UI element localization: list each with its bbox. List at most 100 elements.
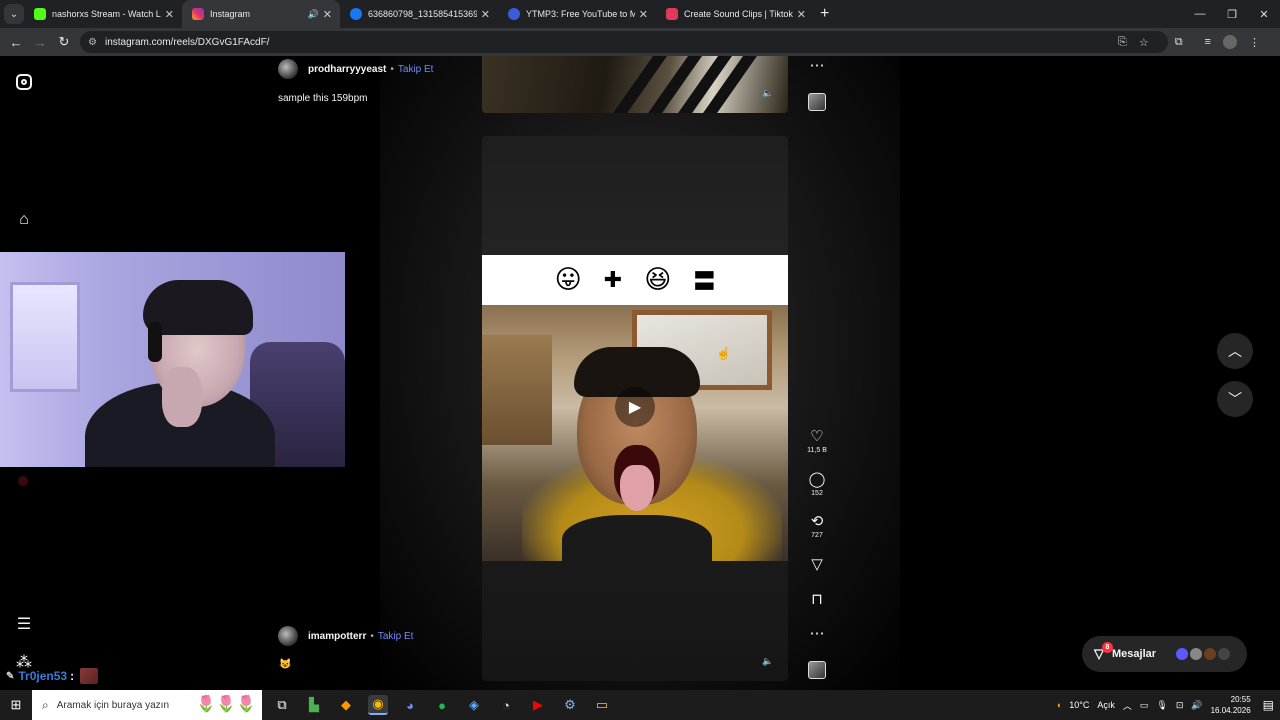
file-app-icon[interactable]: ▙ xyxy=(304,695,324,715)
chat-colon: : xyxy=(70,669,75,683)
chrome-icon[interactable]: ◉ xyxy=(368,695,388,715)
share-button[interactable]: ▽ xyxy=(806,557,828,573)
previous-reel-button[interactable]: ︿ xyxy=(1217,333,1253,369)
instagram-logo-icon[interactable] xyxy=(14,72,34,92)
weather-temp[interactable]: 10°C xyxy=(1069,700,1089,710)
send-icon: ▽ xyxy=(811,556,823,573)
streamer-webcam xyxy=(0,252,345,467)
discord-icon[interactable]: ◕ xyxy=(400,695,420,715)
volume-icon[interactable]: 🔈 xyxy=(762,656,773,667)
weather-icon: ◖ xyxy=(1055,700,1062,710)
youtube-music-icon[interactable]: ▶ xyxy=(528,695,548,715)
post-username[interactable]: imampotterr xyxy=(308,631,366,642)
audio-thumbnail[interactable] xyxy=(808,661,826,679)
taskbar-clock[interactable]: 20:55 16.04.2026 xyxy=(1211,694,1251,716)
repost-button[interactable]: ⟲ 727 xyxy=(806,514,828,540)
tab-search-button[interactable]: ⌄ xyxy=(4,4,24,24)
windows-start-icon[interactable]: ⊞ xyxy=(0,697,32,713)
reel-video-frame[interactable]: ▶ xyxy=(482,305,788,561)
reel-video[interactable]: 😛 ✚ 😆 〓 ▶ 🔈 xyxy=(482,136,788,681)
file-explorer-icon[interactable]: ▭ xyxy=(592,695,612,715)
tab-ytmp3[interactable]: YTMP3: Free YouTube to MP3 C ✕ xyxy=(498,0,656,28)
post-username[interactable]: prodharryyyeast xyxy=(308,64,386,75)
reload-icon[interactable]: ↻ xyxy=(52,34,76,50)
media-control-icon[interactable]: ≡ xyxy=(1205,36,1211,48)
minimize-icon[interactable]: — xyxy=(1184,0,1216,28)
back-icon[interactable]: ← xyxy=(4,35,28,50)
window-controls: — ❐ ✕ xyxy=(1184,0,1280,28)
kick-favicon-icon xyxy=(34,8,46,20)
comment-button[interactable]: ◯ 152 xyxy=(806,471,828,498)
comment-icon: ◯ xyxy=(808,471,826,488)
pencil-icon: ✎ xyxy=(6,670,15,682)
extensions-icon[interactable]: ⧉ xyxy=(1175,36,1183,49)
more-menu-icon[interactable]: ☰ xyxy=(14,614,34,634)
more-options-icon[interactable]: ⋯ xyxy=(806,58,828,74)
volume-icon[interactable]: 🔊 xyxy=(1191,700,1202,711)
avatar[interactable] xyxy=(278,626,298,646)
app-cube-icon[interactable]: ◈ xyxy=(464,695,484,715)
ytmp3-favicon-icon xyxy=(508,8,520,20)
weather-desc[interactable]: Açık xyxy=(1097,700,1115,710)
close-window-icon[interactable]: ✕ xyxy=(1248,0,1280,28)
network-icon[interactable]: ⊡ xyxy=(1176,700,1184,711)
new-tab-button[interactable]: + xyxy=(820,5,829,23)
microphone-icon[interactable]: 🎙 xyxy=(1156,700,1167,711)
windows-taskbar: ⊞ ⌕ Aramak için buraya yazın 🌷🌷🌷 ⧉ ▙ ◆ ◉… xyxy=(0,690,1280,720)
follow-button[interactable]: Takip Et xyxy=(398,64,434,75)
profile-avatar[interactable] xyxy=(1222,35,1237,49)
forward-icon[interactable]: → xyxy=(28,35,52,50)
post-caption: 😺 xyxy=(279,659,292,670)
tray-chevron-icon[interactable]: ︿ xyxy=(1123,699,1132,712)
tab-close-icon[interactable]: ✕ xyxy=(797,8,806,21)
search-placeholder: Aramak için buraya yazın xyxy=(56,699,170,711)
tab-close-icon[interactable]: ✕ xyxy=(165,8,174,21)
instagram-favicon-icon xyxy=(192,8,204,20)
volume-icon[interactable]: 🔈 xyxy=(762,88,773,99)
like-count: 11,5 B xyxy=(807,447,827,454)
audio-thumbnail[interactable] xyxy=(808,93,826,111)
install-app-icon[interactable]: ⎘ xyxy=(1118,36,1127,49)
like-button[interactable]: ♡ 11,5 B xyxy=(806,428,828,455)
next-reel-button[interactable]: ﹀ xyxy=(1217,381,1253,417)
laughing-emoji: 😆 xyxy=(644,265,672,295)
taskbar-apps: ⧉ ▙ ◆ ◉ ◕ ● ◈ ◔ ▶ ⚙ ▭ xyxy=(272,695,612,715)
separator-dot: • xyxy=(370,630,374,642)
steam-icon[interactable]: ⚙ xyxy=(560,695,580,715)
follow-button[interactable]: Takip Et xyxy=(378,631,414,642)
battery-icon[interactable]: ▭ xyxy=(1140,700,1149,711)
home-icon[interactable]: ⌂ xyxy=(14,210,34,230)
notifications-icon[interactable]: ▤ xyxy=(1263,698,1274,712)
taskbar-search[interactable]: ⌕ Aramak için buraya yazın 🌷🌷🌷 xyxy=(32,690,262,720)
messages-label: Mesajlar xyxy=(1112,648,1157,660)
plus-symbol: ✚ xyxy=(603,267,623,293)
play-icon[interactable]: ▶ xyxy=(615,387,655,427)
tab-sound-clips[interactable]: Create Sound Clips | Tiktok You ✕ xyxy=(656,0,814,28)
tab-nashorxs[interactable]: nashorxs Stream - Watch Live o ✕ xyxy=(24,0,182,28)
heart-icon: ♡ xyxy=(810,428,824,445)
tab-close-icon[interactable]: ✕ xyxy=(639,8,648,21)
mouse-cursor-icon: ☝ xyxy=(716,346,731,360)
reel-actions: ⋯ ♡ 11,5 B ◯ 152 ⟲ 727 ▽ ⊓ ⋯ xyxy=(806,56,828,690)
spotify-icon[interactable]: ● xyxy=(432,695,452,715)
speaker-icon[interactable]: 🔊 xyxy=(308,9,319,20)
messages-button[interactable]: ▽ 8 Mesajlar xyxy=(1082,636,1247,672)
task-view-icon[interactable]: ⧉ xyxy=(272,695,292,715)
tab-close-icon[interactable]: ✕ xyxy=(323,8,332,21)
browser-menu-icon[interactable]: ⋮ xyxy=(1249,36,1260,49)
url-text: instagram.com/reels/DXGvG1FAcdF/ xyxy=(104,36,270,48)
previous-reel-video[interactable]: 🔈 xyxy=(482,56,788,113)
more-options-icon[interactable]: ⋯ xyxy=(806,626,828,642)
app-gauge-icon[interactable]: ◔ xyxy=(496,695,516,715)
restore-icon[interactable]: ❐ xyxy=(1216,0,1248,28)
app-leaf-icon[interactable]: ◆ xyxy=(336,695,356,715)
bookmark-star-icon[interactable]: ☆ xyxy=(1139,36,1149,49)
tab-facebook-file[interactable]: 636860798_131585415369860 ✕ xyxy=(340,0,498,28)
tab-close-icon[interactable]: ✕ xyxy=(481,8,490,21)
avatar[interactable] xyxy=(278,59,298,79)
comment-count: 152 xyxy=(811,490,823,497)
tab-instagram[interactable]: Instagram 🔊 ✕ xyxy=(182,0,340,28)
tulips-icon: 🌷🌷🌷 xyxy=(196,696,256,713)
site-info-icon[interactable]: ⚙ xyxy=(88,37,97,48)
save-button[interactable]: ⊓ xyxy=(806,592,828,608)
